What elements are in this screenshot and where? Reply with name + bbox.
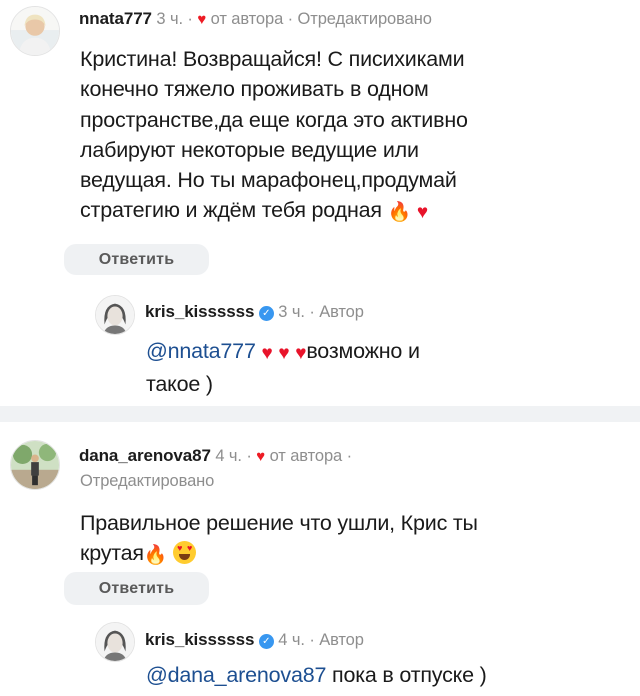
comment-line-text: стратегию и ждём тебя родная — [80, 198, 382, 223]
comment-text: Кристина! Возвращайся! С писихиками коне… — [80, 44, 640, 229]
reply-username[interactable]: kris_kissssss — [145, 302, 254, 321]
comment-text: Правильное решение что ушли, Крис ты кру… — [80, 508, 640, 572]
comment-meta: dana_arenova87 4 ч. · ♥ от автора · — [79, 446, 352, 466]
reply-text-part: возможно и — [306, 339, 420, 363]
heart-icon: ♥ — [256, 448, 266, 465]
avatar[interactable] — [10, 440, 60, 490]
comment-line: Правильное решение что ушли, Крис ты — [80, 511, 478, 535]
reply-username[interactable]: kris_kissssss — [145, 630, 254, 649]
comment-time: 4 ч. — [215, 447, 242, 465]
heart-emoji-icon: ♥ — [295, 343, 307, 364]
heart-icon: ♥ — [197, 11, 207, 28]
reply-button[interactable]: Ответить — [64, 244, 209, 275]
reply-line: такое ) — [146, 372, 213, 397]
reply-text: @dana_arenova87 пока в отпуске ) — [146, 660, 626, 690]
verified-icon: ✓ — [258, 634, 274, 649]
liked-by-author: от автора — [210, 10, 284, 28]
separator: · — [246, 447, 252, 465]
author-tag: · Автор — [309, 631, 364, 649]
reply-text: @nnata777 ♥ ♥ ♥возможно и такое ) — [146, 336, 626, 400]
comment-line: ведущая. Но ты марафонец,продумай — [80, 168, 457, 193]
reply-line: @nnata777 ♥ ♥ ♥возможно и — [146, 336, 626, 369]
avatar[interactable] — [95, 622, 135, 662]
separator: · — [187, 10, 193, 28]
comment-line-text: крутая — [80, 541, 144, 566]
comment-line: крутая🔥 — [80, 538, 640, 571]
edited-label: Отредактировано — [80, 472, 215, 490]
comment-line: Кристина! Возвращайся! С писихиками — [80, 47, 465, 71]
reply-button[interactable]: Ответить — [64, 572, 209, 605]
avatar[interactable] — [10, 6, 60, 56]
author-tag: · Автор — [309, 303, 364, 321]
comment-line: лабируют некоторые ведущие или — [80, 137, 419, 162]
comment-time: 3 ч. — [156, 10, 183, 28]
heart-eyes-icon — [173, 541, 197, 565]
heart-emoji-icon: ♥ — [278, 343, 290, 364]
edited-label: · Отредактировано — [287, 10, 432, 28]
comment-username[interactable]: dana_arenova87 — [79, 446, 211, 465]
mention-link[interactable]: @nnata777 — [146, 339, 256, 363]
reply-text-part: пока в отпуске ) — [332, 663, 487, 687]
section-divider — [0, 406, 640, 422]
comment-line: пространстве,да еще когда это активно — [80, 107, 468, 132]
mention-link[interactable]: @dana_arenova87 — [146, 663, 326, 687]
comment-line: конечно тяжело проживать в одном — [80, 77, 429, 102]
reply-meta: kris_kissssss ✓ 4 ч. · Автор — [145, 630, 364, 650]
avatar[interactable] — [95, 295, 135, 335]
verified-icon: ✓ — [258, 306, 274, 321]
reply-time: 4 ч. — [278, 631, 305, 649]
fire-icon: 🔥 — [143, 545, 168, 567]
comment-username[interactable]: nnata777 — [79, 9, 152, 28]
fire-icon: 🔥 — [387, 202, 412, 224]
heart-emoji-icon: ♥ — [416, 202, 428, 224]
reply-time: 3 ч. — [278, 303, 305, 321]
reply-meta: kris_kissssss ✓ 3 ч. · Автор — [145, 302, 364, 322]
liked-by-author: от автора · — [269, 447, 353, 465]
comment-meta: nnata777 3 ч. · ♥ от автора · Отредактир… — [79, 9, 432, 29]
comment-line: стратегию и ждём тебя родная 🔥 ♥ — [80, 195, 640, 228]
heart-emoji-icon: ♥ — [261, 343, 273, 364]
